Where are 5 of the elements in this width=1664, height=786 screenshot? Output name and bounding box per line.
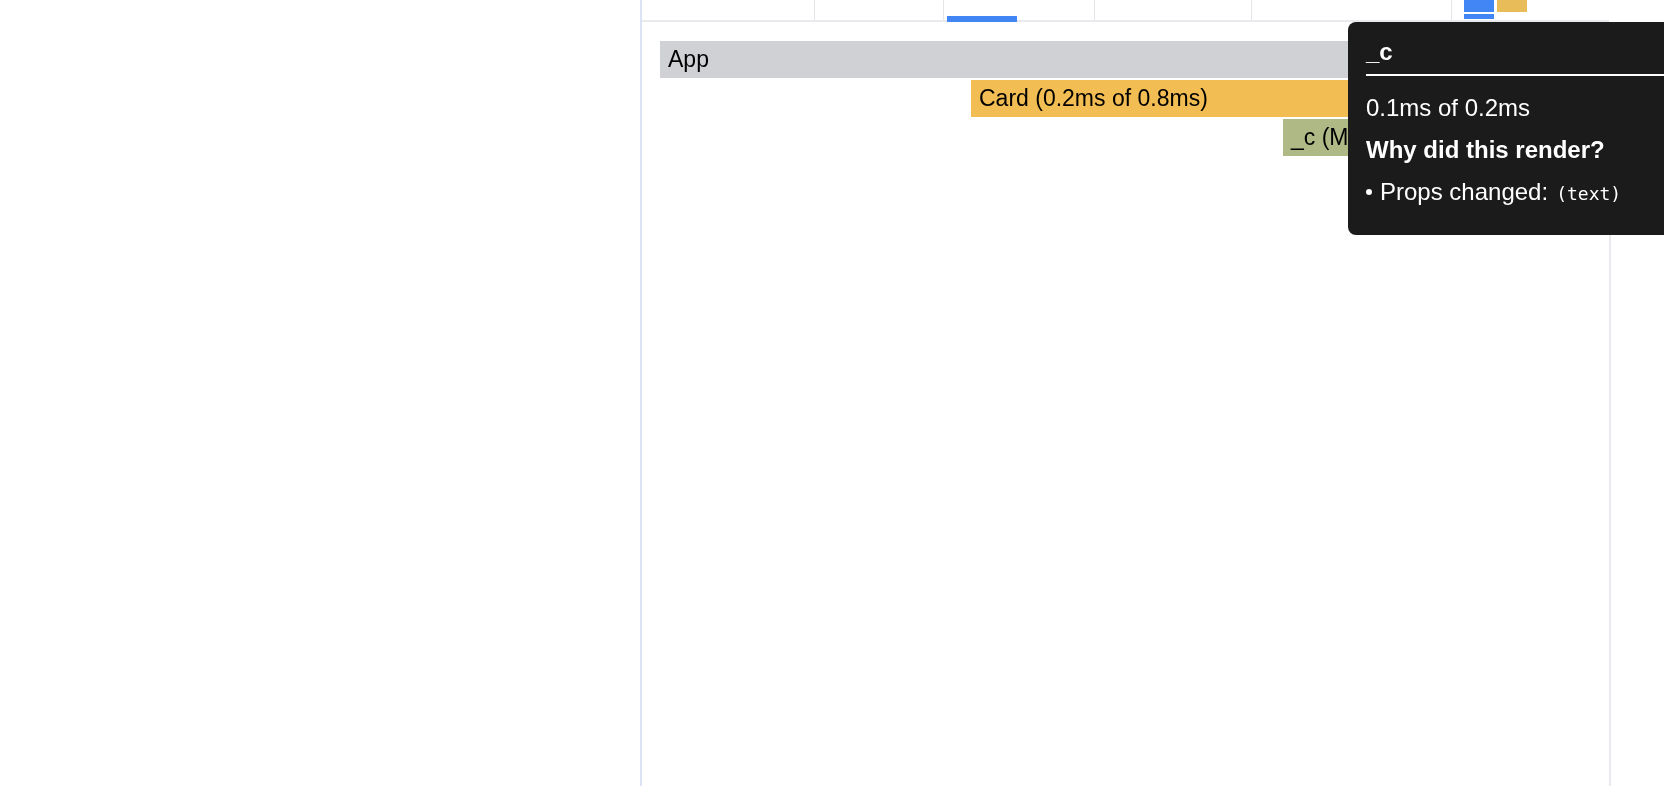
tooltip-title: _c [1366, 38, 1393, 66]
flame-bar[interactable]: _c (M [1283, 119, 1348, 156]
tooltip-heading: Why did this render? [1366, 136, 1605, 164]
reason-text: Props changed: [1380, 178, 1549, 206]
changed-props: (text) [1556, 183, 1622, 204]
